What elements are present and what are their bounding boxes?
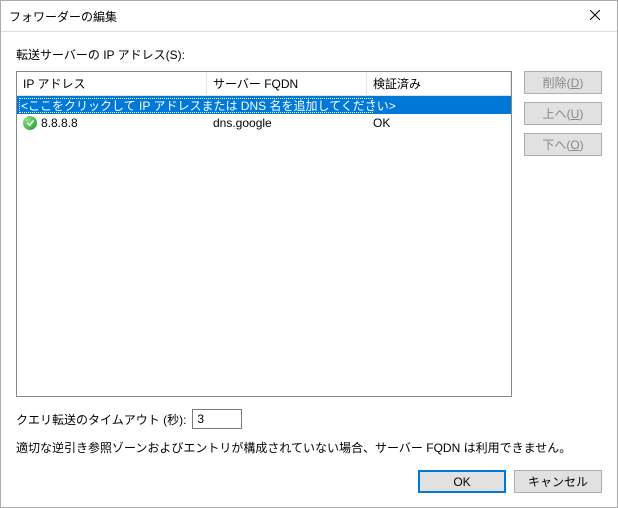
close-button[interactable] [572, 2, 617, 31]
ip-list-label: 転送サーバーの IP アドレス(S): [16, 46, 512, 63]
bottom-area: クエリ転送のタイムアウト (秒): 適切な逆引き参照ゾーンおよびエントリが構成さ… [16, 409, 602, 493]
cell-fqdn: dns.google [207, 116, 367, 130]
add-entry-placeholder[interactable]: <ここをクリックして IP アドレスまたは DNS 名を追加してください> [17, 96, 511, 114]
listview-body: <ここをクリックして IP アドレスまたは DNS 名を追加してください> 8.… [17, 96, 511, 132]
placeholder-text: <ここをクリックして IP アドレスまたは DNS 名を追加してください> [17, 97, 511, 114]
move-up-button[interactable]: 上へ(U) [524, 102, 602, 125]
move-down-button[interactable]: 下へ(O) [524, 133, 602, 156]
col-header-fqdn[interactable]: サーバー FQDN [207, 72, 367, 95]
right-column: 削除(D) 上へ(U) 下へ(O) [524, 46, 602, 397]
cell-ip: 8.8.8.8 [17, 116, 207, 130]
ip-value: 8.8.8.8 [41, 116, 78, 130]
col-header-ip[interactable]: IP アドレス [17, 72, 207, 95]
cancel-button[interactable]: キャンセル [514, 470, 602, 493]
delete-button[interactable]: 削除(D) [524, 71, 602, 94]
dialog-content: 転送サーバーの IP アドレス(S): IP アドレス サーバー FQDN 検証… [1, 32, 617, 507]
left-column: 転送サーバーの IP アドレス(S): IP アドレス サーバー FQDN 検証… [16, 46, 512, 397]
timeout-row: クエリ転送のタイムアウト (秒): [16, 409, 602, 429]
dialog-window: フォワーダーの編集 転送サーバーの IP アドレス(S): IP アドレス サー… [0, 0, 618, 508]
forwarders-listview[interactable]: IP アドレス サーバー FQDN 検証済み <ここをクリックして IP アドレ… [16, 71, 512, 397]
fqdn-note: 適切な逆引き参照ゾーンおよびエントリが構成されていない場合、サーバー FQDN … [16, 439, 602, 456]
dialog-footer: OK キャンセル [16, 470, 602, 493]
ok-button[interactable]: OK [418, 470, 506, 493]
close-icon [590, 9, 600, 23]
window-title: フォワーダーの編集 [9, 8, 117, 25]
table-row[interactable]: 8.8.8.8 dns.google OK [17, 114, 511, 132]
titlebar: フォワーダーの編集 [1, 1, 617, 32]
main-row: 転送サーバーの IP アドレス(S): IP アドレス サーバー FQDN 検証… [16, 46, 602, 397]
cell-validated: OK [367, 116, 511, 130]
listview-header: IP アドレス サーバー FQDN 検証済み [17, 72, 511, 96]
timeout-label: クエリ転送のタイムアウト (秒): [16, 411, 186, 428]
check-icon [23, 116, 37, 130]
col-header-validated[interactable]: 検証済み [367, 72, 511, 95]
timeout-input[interactable] [192, 409, 242, 429]
